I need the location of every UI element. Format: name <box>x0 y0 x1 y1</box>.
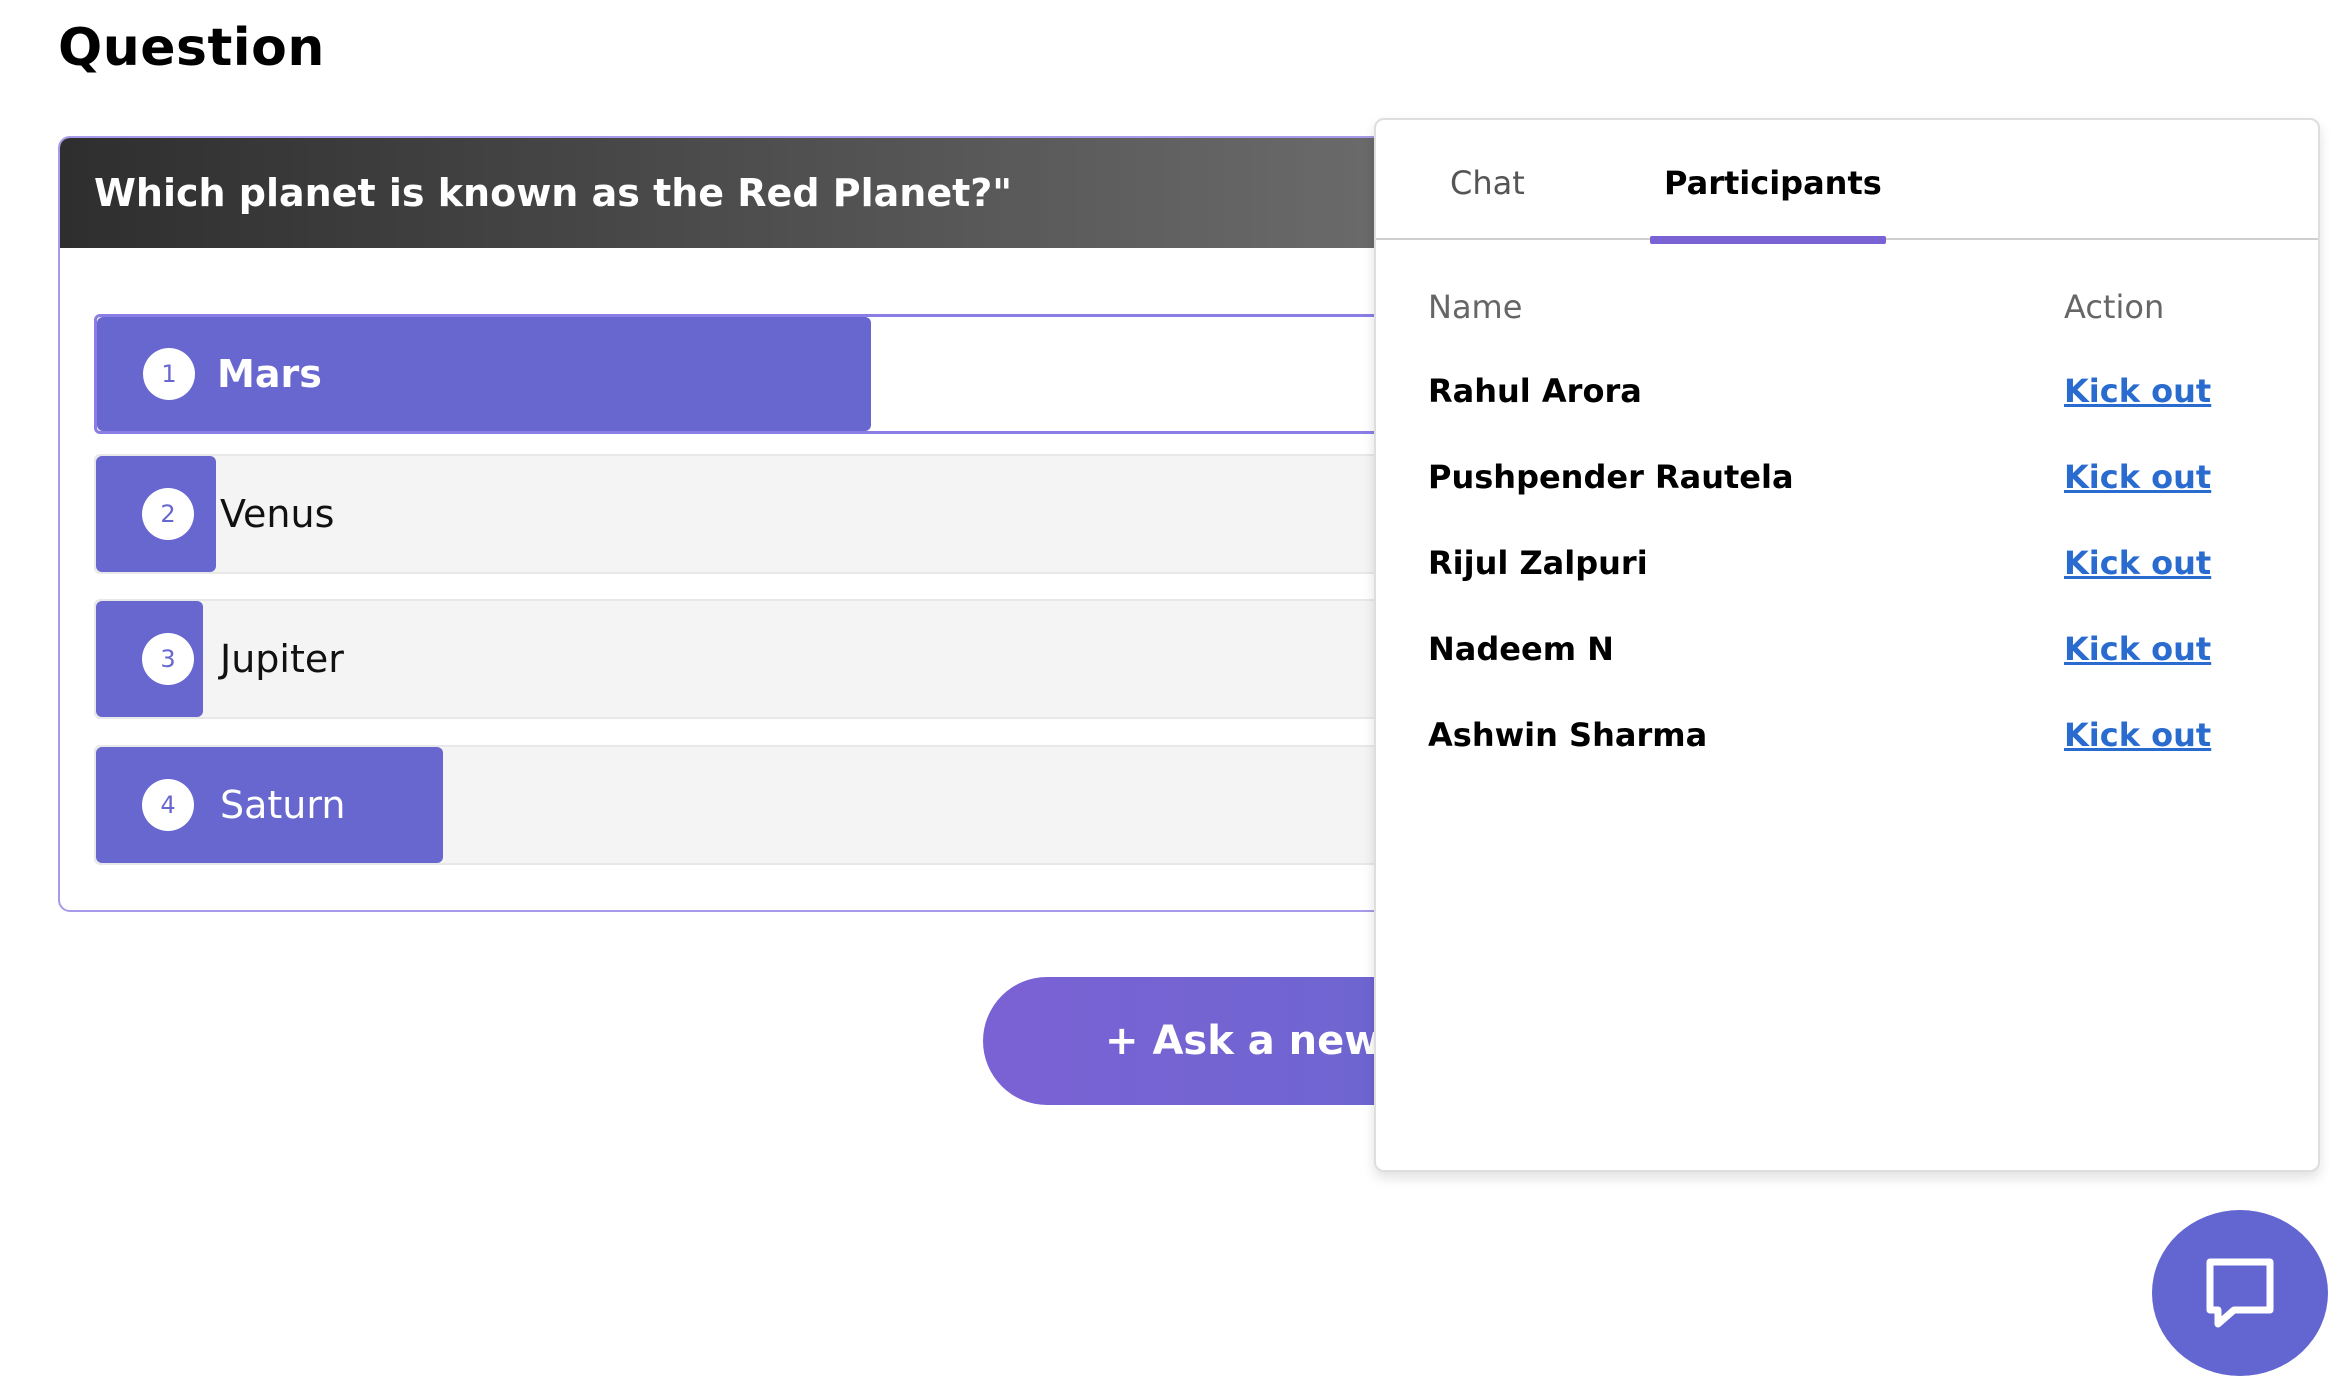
participant-row: Nadeem N Kick out <box>1428 630 2268 690</box>
option-label: Venus <box>220 492 335 536</box>
kick-out-link[interactable]: Kick out <box>2064 716 2211 754</box>
option-number: 1 <box>143 348 195 400</box>
chat-button[interactable] <box>2152 1210 2328 1376</box>
participant-row: Rahul Arora Kick out <box>1428 372 2268 432</box>
question-header: Which planet is known as the Red Planet?… <box>60 138 1456 248</box>
option-mars[interactable]: 1 Mars <box>94 314 1434 434</box>
participant-name: Nadeem N <box>1428 630 1614 668</box>
participant-name: Rahul Arora <box>1428 372 1642 410</box>
tab-chat[interactable]: Chat <box>1450 164 1525 202</box>
participant-row: Rijul Zalpuri Kick out <box>1428 544 2268 604</box>
option-saturn[interactable]: 4 Saturn <box>94 745 1434 865</box>
participant-row: Pushpender Rautela Kick out <box>1428 458 2268 518</box>
kick-out-link[interactable]: Kick out <box>2064 458 2211 496</box>
panel-tabs: Chat Participants <box>1376 120 2318 244</box>
option-number: 2 <box>142 488 194 540</box>
participant-name: Ashwin Sharma <box>1428 716 1708 754</box>
participant-row: Ashwin Sharma Kick out <box>1428 716 2268 776</box>
option-label: Mars <box>217 352 322 396</box>
option-label: Jupiter <box>220 637 344 681</box>
question-card: Which planet is known as the Red Planet?… <box>58 136 1458 912</box>
column-header-name: Name <box>1428 288 1523 326</box>
kick-out-link[interactable]: Kick out <box>2064 630 2211 668</box>
chat-bubble-icon <box>2200 1252 2280 1335</box>
page-title: Question <box>58 18 325 78</box>
option-number: 4 <box>142 779 194 831</box>
active-tab-indicator <box>1650 236 1886 244</box>
kick-out-link[interactable]: Kick out <box>2064 544 2211 582</box>
participant-name: Rijul Zalpuri <box>1428 544 1648 582</box>
question-text: Which planet is known as the Red Planet?… <box>94 171 1013 215</box>
kick-out-link[interactable]: Kick out <box>2064 372 2211 410</box>
option-fill <box>97 317 871 431</box>
option-label: Saturn <box>220 783 346 827</box>
chat-participants-panel: Chat Participants Name Action Rahul Aror… <box>1374 118 2320 1172</box>
option-jupiter[interactable]: 3 Jupiter <box>94 599 1434 719</box>
tab-participants[interactable]: Participants <box>1664 164 1882 202</box>
participant-name: Pushpender Rautela <box>1428 458 1794 496</box>
option-number: 3 <box>142 633 194 685</box>
column-header-action: Action <box>2064 288 2165 326</box>
option-venus[interactable]: 2 Venus <box>94 454 1434 574</box>
